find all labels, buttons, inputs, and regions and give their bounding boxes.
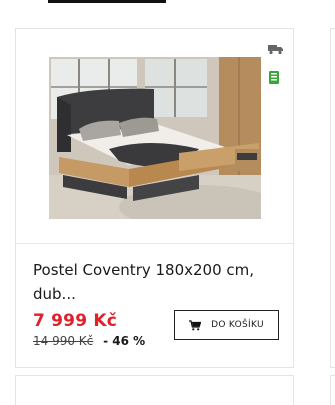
active-tab-indicator <box>48 0 166 3</box>
price-old: 14 990 Kč <box>33 334 94 348</box>
product-card[interactable]: Postel Coventry 180x200 cm, dub... 7 999… <box>15 28 294 368</box>
add-to-cart-button[interactable]: DO KOŠÍKU <box>174 310 279 340</box>
next-product-card[interactable] <box>15 375 294 405</box>
price-row: 14 990 Kč - 46 % <box>33 334 145 348</box>
adjacent-product-card[interactable] <box>330 28 335 368</box>
cart-icon <box>189 319 202 330</box>
page: Postel Coventry 180x200 cm, dub... 7 999… <box>0 0 335 405</box>
stock-icon <box>269 71 279 84</box>
next-adjacent-product-card[interactable] <box>330 375 335 405</box>
card-divider <box>16 243 293 244</box>
truck-icon <box>268 45 283 55</box>
cart-button-label: DO KOŠÍKU <box>211 320 264 330</box>
discount-badge: - 46 % <box>103 334 146 348</box>
product-title[interactable]: Postel Coventry 180x200 cm, dub... <box>33 258 283 306</box>
price-current: 7 999 Kč <box>33 311 118 331</box>
product-image[interactable] <box>49 57 261 219</box>
